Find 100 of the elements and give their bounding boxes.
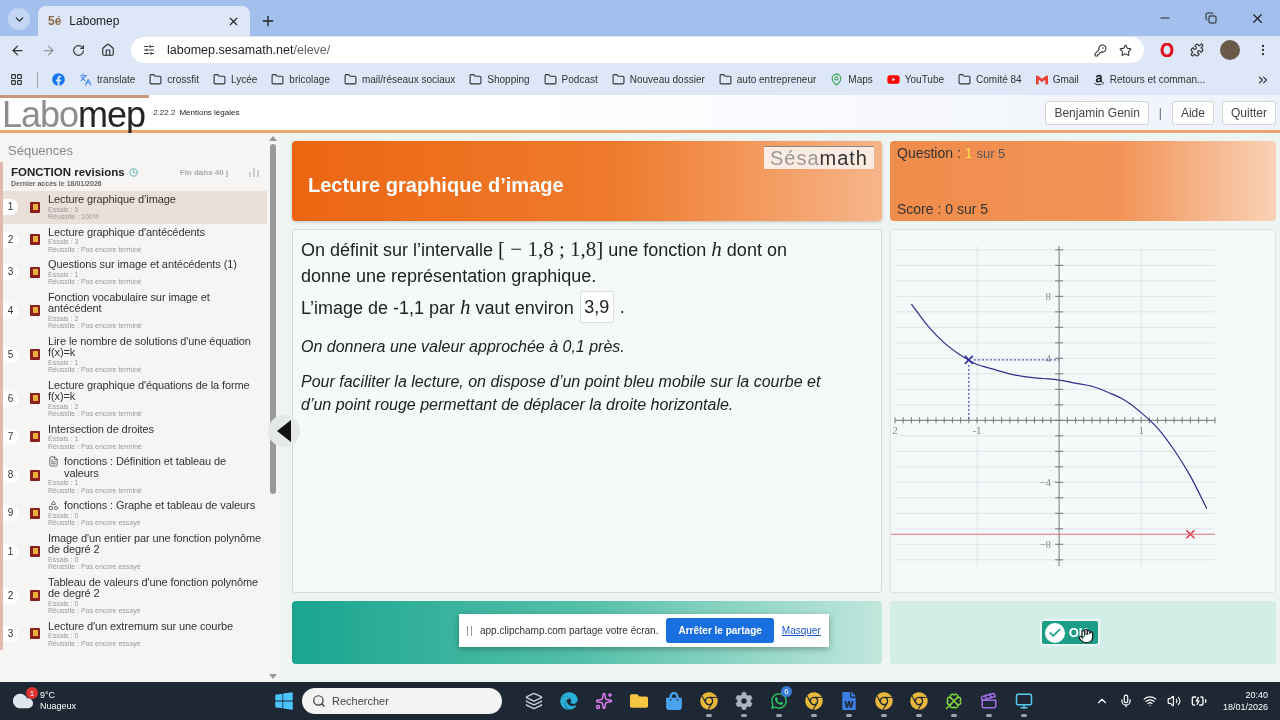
exercise-title: Image d'un entier par une fonction polynôme de degré 2 xyxy=(48,532,263,556)
clover-icon[interactable] xyxy=(944,692,963,710)
temperature-text: 9°C xyxy=(40,690,57,701)
site-info-icon[interactable] xyxy=(143,44,155,56)
settings-icon[interactable] xyxy=(734,692,753,710)
exercise-title: Fonction vocabulaire sur image et antécédent xyxy=(48,291,211,315)
help-button[interactable]: Aide xyxy=(1171,100,1214,125)
bookmark[interactable]: Retours et comman... xyxy=(1092,73,1206,86)
bookmark[interactable]: bricolage xyxy=(271,73,330,86)
point-marker[interactable] xyxy=(1185,529,1196,539)
point-marker[interactable] xyxy=(964,355,974,365)
folder-icon xyxy=(958,73,972,86)
item-number: 1 xyxy=(3,543,18,560)
exercise-title: Questions sur image et antécédents (1) xyxy=(48,259,237,271)
legal-link[interactable]: Mentions légales xyxy=(179,108,240,117)
folder-icon xyxy=(543,73,557,86)
edge-icon[interactable] xyxy=(559,692,578,710)
volume-icon[interactable] xyxy=(1166,694,1181,708)
back-icon[interactable] xyxy=(10,42,25,58)
book-icon xyxy=(30,305,40,316)
bookmark[interactable]: translate xyxy=(79,73,136,86)
translate-icon xyxy=(79,73,92,86)
store-icon[interactable] xyxy=(664,692,683,710)
profile-avatar[interactable] xyxy=(1220,40,1240,60)
windows-stack-icon[interactable] xyxy=(524,692,543,710)
monitor-icon[interactable] xyxy=(1014,692,1033,710)
extensions-icon[interactable] xyxy=(1190,43,1204,57)
sidebar-heading: Séquences xyxy=(7,142,75,160)
question-counter: Question : 1 sur 5 xyxy=(897,145,1007,161)
exercise-title: fonctions : Définition et tableau de valeurs xyxy=(64,456,228,479)
bookmark[interactable]: Podcast xyxy=(543,73,598,86)
reload-icon[interactable] xyxy=(72,43,85,57)
new-tab-icon[interactable] xyxy=(260,13,276,29)
exercise-title: Intersection de droites xyxy=(48,423,154,435)
amazon-icon xyxy=(1092,73,1105,86)
folder-icon xyxy=(149,73,163,86)
item-number: 5 xyxy=(3,346,18,363)
tab-list-button[interactable] xyxy=(8,8,30,30)
grip-icon xyxy=(467,625,472,636)
bookmark[interactable]: crossfit xyxy=(149,73,200,86)
quit-button[interactable]: Quitter xyxy=(1222,100,1276,125)
exercise-title: Tableau de valeurs d'une fonction polynôme de degré 2 xyxy=(48,576,260,600)
clock-icon xyxy=(128,167,138,177)
period-text: . xyxy=(619,296,625,318)
search-field[interactable]: Rechercher xyxy=(302,688,502,714)
hide-link[interactable]: Masquer xyxy=(781,625,821,636)
start-icon[interactable] xyxy=(274,691,294,711)
word-icon[interactable] xyxy=(839,692,858,710)
whatsapp-icon[interactable] xyxy=(769,692,788,710)
opera-icon[interactable] xyxy=(1160,43,1174,57)
browser-tab[interactable]: 5é Labomep xyxy=(38,6,250,36)
folder-icon xyxy=(718,73,732,86)
chrome-icon[interactable] xyxy=(874,692,893,710)
book-icon xyxy=(30,469,40,481)
deadline-text: Fin dans 40 j xyxy=(179,167,229,177)
facebook-icon[interactable] xyxy=(52,73,65,86)
bookmark[interactable]: Gmail xyxy=(1035,73,1079,86)
bookmark[interactable]: mail/réseaux sociaux xyxy=(343,73,456,86)
chrome-icon[interactable] xyxy=(804,692,823,710)
folder-icon[interactable] xyxy=(629,692,648,710)
score-text: Score : 0 sur 5 xyxy=(897,201,990,217)
chrome-icon[interactable] xyxy=(699,692,718,710)
scroll-down-icon[interactable] xyxy=(269,674,277,679)
user-button[interactable]: Benjamin Genin xyxy=(1045,100,1149,125)
sparkles-icon[interactable] xyxy=(594,692,613,710)
favicon: 5é xyxy=(48,14,62,28)
hint-text: Pour faciliter la lecture, on dispose d’un point bleu mobile sur la courbe et d’un point rouge permettant de déplacer la droite horizontale. xyxy=(301,372,822,415)
stop-sharing-button[interactable]: Arrêter le partage xyxy=(666,618,774,643)
book-icon xyxy=(30,201,40,213)
exercise-title: Lecture graphique d'équations de la forme f(x)=k xyxy=(48,379,251,403)
map-pin-icon xyxy=(830,73,844,86)
exercise-title: Lire le nombre de solutions d'une équation f(x)=k xyxy=(48,335,252,359)
book-icon xyxy=(30,393,40,404)
bookmark[interactable]: YouTube xyxy=(886,73,945,86)
address-bar[interactable]: labomep.sesamath.net/eleve/ xyxy=(131,37,1144,63)
bookmark[interactable]: Shopping xyxy=(469,73,530,86)
bookmark[interactable]: Lycée xyxy=(213,73,258,86)
exercise-title: Lecture graphique d’image xyxy=(48,194,176,206)
apps-icon[interactable] xyxy=(10,73,23,86)
axis-label: −8 xyxy=(1039,538,1052,551)
item-number: 3 xyxy=(3,264,18,281)
scrollbar[interactable] xyxy=(267,133,279,682)
axis-label: 1 xyxy=(1138,424,1144,437)
bookmark[interactable]: Comité 84 xyxy=(958,73,1022,86)
bookmark[interactable]: Maps xyxy=(830,73,873,86)
clapperboard-icon[interactable] xyxy=(979,692,998,710)
bookmark[interactable]: auto entrepreneur xyxy=(718,73,817,86)
search-icon xyxy=(312,694,326,708)
bookmark[interactable]: Nouveau dossier xyxy=(611,73,705,86)
scroll-up-icon[interactable] xyxy=(269,136,277,141)
microphone-icon[interactable] xyxy=(1118,694,1133,708)
chrome-icon[interactable] xyxy=(909,692,928,710)
home-icon[interactable] xyxy=(101,43,115,57)
battery-icon[interactable] xyxy=(1190,693,1207,709)
wifi-icon[interactable] xyxy=(1142,694,1157,708)
restore-icon[interactable] xyxy=(1205,12,1217,24)
key-icon[interactable] xyxy=(1094,43,1107,57)
hint-text: On donnera une valeur approchée à 0,1 près. xyxy=(301,337,626,357)
star-icon[interactable] xyxy=(1119,43,1132,57)
answer-field[interactable]: 3,9 xyxy=(579,291,614,323)
